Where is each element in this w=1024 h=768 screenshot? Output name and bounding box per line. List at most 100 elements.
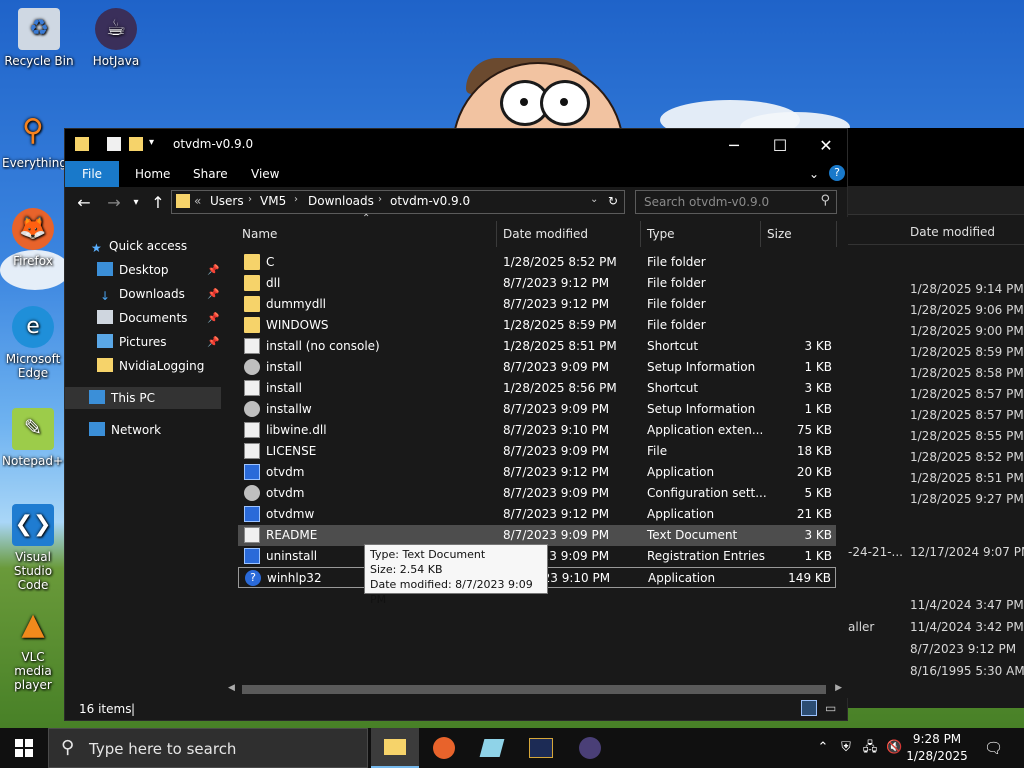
- file-row[interactable]: install 8/7/2023 9:09 PM Setup Information…: [238, 357, 836, 378]
- nav-downloads[interactable]: ↓ Downloads: [97, 283, 185, 305]
- column-type[interactable]: Type: [647, 221, 675, 247]
- up-arrow-icon[interactable]: ↑: [147, 191, 169, 213]
- column-divider[interactable]: [496, 221, 497, 247]
- network-icon[interactable]: 🖧: [862, 740, 878, 756]
- file-row[interactable]: C 1/28/2025 8:52 PM File folder: [238, 252, 836, 273]
- start-button[interactable]: [0, 728, 48, 768]
- desktop-icon-recycle-bin[interactable]: ♻ Recycle Bin: [3, 8, 75, 68]
- file-row[interactable]: install (no console) 1/28/2025 8:51 PM Sho…: [238, 336, 836, 357]
- pin-icon[interactable]: 📌: [207, 313, 219, 324]
- bg-column-header[interactable]: Date modified: [848, 218, 1024, 245]
- chevron-down-icon[interactable]: ▾: [149, 137, 163, 151]
- breadcrumb-vm5[interactable]: VM5: [260, 194, 286, 208]
- file-row[interactable]: WINDOWS 1/28/2025 8:59 PM File folder: [238, 315, 836, 336]
- pin-icon[interactable]: 📌: [207, 337, 219, 348]
- title-bar[interactable]: ▾ otvdm-v0.9.0 ─ ☐ ✕: [65, 129, 847, 161]
- breadcrumb-downloads[interactable]: Downloads: [308, 194, 374, 208]
- file-row[interactable]: otvdm 8/7/2023 9:12 PM Application 20 KB: [238, 462, 836, 483]
- properties-icon[interactable]: [107, 137, 121, 151]
- desktop-icon-firefox[interactable]: 🦊 Firefox: [2, 208, 64, 268]
- breadcrumb-prefix[interactable]: «: [194, 194, 201, 208]
- address-dropdown-icon[interactable]: ⌄: [590, 194, 598, 205]
- refresh-icon[interactable]: ↻: [608, 194, 618, 208]
- nav-nvidialogging[interactable]: NvidiaLogging: [97, 355, 204, 377]
- taskbar-search[interactable]: ⚲ Type here to search: [48, 728, 368, 768]
- search-box[interactable]: ⚲: [635, 190, 837, 214]
- expand-ribbon-icon[interactable]: ⌄: [809, 161, 819, 187]
- chevron-right-icon[interactable]: ›: [466, 194, 470, 205]
- file-row[interactable]: dummydll 8/7/2023 9:12 PM File folder: [238, 294, 836, 315]
- column-divider[interactable]: [760, 221, 761, 247]
- details-view-icon[interactable]: [801, 700, 817, 716]
- nav-desktop[interactable]: Desktop: [97, 259, 169, 281]
- pin-icon[interactable]: 📌: [207, 265, 219, 276]
- taskbar-file-explorer[interactable]: [371, 728, 419, 768]
- chevron-up-icon[interactable]: ⌃: [815, 740, 831, 756]
- search-input[interactable]: [642, 193, 816, 211]
- file-row[interactable]: otvdm 8/7/2023 9:09 PM Configuration sett.…: [238, 483, 836, 504]
- minimize-button[interactable]: ─: [711, 129, 757, 161]
- nav-network[interactable]: Network: [89, 419, 161, 441]
- column-date-modified[interactable]: Date modified: [503, 221, 588, 247]
- tab-file[interactable]: File: [65, 161, 119, 187]
- desktop-icon-everything[interactable]: ⚲ Everything: [2, 110, 64, 171]
- scrollbar-thumb[interactable]: [242, 685, 826, 694]
- file-row[interactable]: README 8/7/2023 9:09 PM Text Document 3 KB: [238, 525, 836, 546]
- breadcrumb-current[interactable]: otvdm-v0.9.0: [390, 194, 470, 208]
- taskbar-app-4[interactable]: [517, 728, 565, 768]
- forward-arrow-icon[interactable]: →: [103, 191, 125, 213]
- explorer-window[interactable]: ▾ otvdm-v0.9.0 ─ ☐ ✕ File Home Share Vie…: [64, 128, 848, 721]
- file-row[interactable]: installw 8/7/2023 9:09 PM Setup Informatio…: [238, 399, 836, 420]
- pin-icon[interactable]: 📌: [207, 289, 219, 300]
- horizontal-scrollbar[interactable]: ◀ ▶: [222, 681, 848, 698]
- file-row[interactable]: dll 8/7/2023 9:12 PM File folder: [238, 273, 836, 294]
- tab-home[interactable]: Home: [135, 161, 170, 187]
- chevron-right-icon[interactable]: ›: [248, 194, 252, 205]
- help-icon[interactable]: ?: [829, 165, 845, 181]
- bg-date: 1/28/2025 8:55 PM: [910, 429, 1024, 443]
- security-icon[interactable]: ⛨: [838, 740, 854, 756]
- scroll-left-icon[interactable]: ◀: [228, 683, 235, 693]
- column-size[interactable]: Size: [767, 221, 792, 247]
- desktop-icon-hotjava[interactable]: ☕ HotJava: [80, 8, 152, 68]
- bg-column-date[interactable]: Date modified: [910, 225, 995, 239]
- volume-muted-icon[interactable]: 🔇: [886, 740, 902, 756]
- desktop-icon-notepadpp[interactable]: ✎ Notepad++: [2, 408, 64, 468]
- notifications-icon[interactable]: 🗨: [984, 740, 1003, 756]
- taskbar-app-3[interactable]: [468, 728, 516, 768]
- file-row[interactable]: otvdmw 8/7/2023 9:12 PM Application 21 KB: [238, 504, 836, 525]
- new-folder-icon[interactable]: [129, 137, 143, 151]
- desktop-icon-vlc[interactable]: ▲ VLC media player: [2, 604, 64, 693]
- nav-quick-access[interactable]: ★ Quick access: [91, 235, 187, 257]
- search-icon[interactable]: ⚲: [820, 193, 830, 208]
- address-box[interactable]: « Users › VM5 › Downloads › otvdm-v0.9.0…: [171, 190, 625, 214]
- close-button[interactable]: ✕: [803, 129, 849, 161]
- column-divider[interactable]: [836, 221, 837, 247]
- bg-date: 1/28/2025 9:14 PM: [910, 282, 1024, 296]
- column-name[interactable]: Name: [242, 221, 277, 247]
- recent-locations-icon[interactable]: ▾: [125, 191, 147, 213]
- chevron-right-icon[interactable]: ›: [378, 194, 382, 205]
- file-row[interactable]: install 1/28/2025 8:56 PM Shortcut 3 KB: [238, 378, 836, 399]
- scroll-right-icon[interactable]: ▶: [835, 683, 842, 693]
- file-row[interactable]: LICENSE 8/7/2023 9:09 PM File 18 KB: [238, 441, 836, 462]
- back-arrow-icon[interactable]: ←: [73, 191, 95, 213]
- chevron-right-icon[interactable]: ›: [294, 194, 298, 205]
- tab-share[interactable]: Share: [193, 161, 228, 187]
- desktop-icon-vscode[interactable]: ❮❯ Visual Studio Code: [2, 504, 64, 592]
- taskbar-firefox[interactable]: [420, 728, 468, 768]
- desktop-icon-edge[interactable]: e Microsoft Edge: [2, 306, 64, 380]
- nav-this-pc[interactable]: This PC: [65, 387, 221, 409]
- tab-view[interactable]: View: [251, 161, 279, 187]
- background-explorer-window[interactable]: Date modified 1/28/2025 9:14 PM 1/28/2025…: [848, 128, 1024, 708]
- file-list[interactable]: ⌃ Name Date modified Type Size C 1/28/202…: [222, 213, 848, 681]
- breadcrumb-users[interactable]: Users: [210, 194, 244, 208]
- nav-pictures[interactable]: Pictures: [97, 331, 167, 353]
- taskbar-hotjava[interactable]: [566, 728, 614, 768]
- file-row[interactable]: libwine.dll 8/7/2023 9:10 PM Application e…: [238, 420, 836, 441]
- maximize-button[interactable]: ☐: [757, 129, 803, 161]
- clock[interactable]: 9:28 PM 1/28/2025: [902, 731, 972, 765]
- column-divider[interactable]: [640, 221, 641, 247]
- nav-documents[interactable]: Documents: [97, 307, 187, 329]
- large-icons-view-icon[interactable]: ▭: [825, 700, 841, 716]
